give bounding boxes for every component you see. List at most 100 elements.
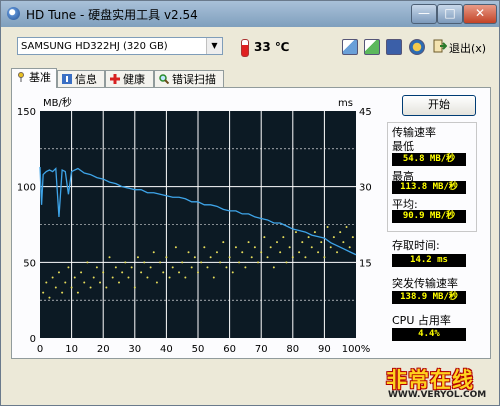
access-time-point (61, 291, 64, 294)
access-time-point (64, 281, 67, 284)
access-time-point (57, 271, 60, 274)
tab-label: 基准 (29, 71, 51, 84)
access-time-point (269, 246, 272, 249)
access-time-point (279, 251, 282, 254)
copy-text-icon[interactable] (342, 39, 358, 55)
access-time-point (336, 251, 339, 254)
access-time-point (114, 266, 117, 269)
tab-info[interactable]: 信息 (57, 70, 105, 87)
watermark-url: WWW.VERYOL.COM (388, 390, 487, 400)
tab-error-scan[interactable]: 错误扫描 (154, 70, 224, 87)
benchmark-panel: 0 10 20 30 40 50 60 70 80 90 100% 150 100 50 0 45 30 15 MB… (11, 87, 491, 359)
exit-icon[interactable] (433, 39, 447, 53)
x-tick-label: 0 (37, 344, 43, 355)
access-time-point (307, 236, 310, 239)
access-time-point (234, 246, 237, 249)
access-time-point (225, 266, 228, 269)
access-time-point (181, 261, 184, 264)
save-icon[interactable] (386, 39, 402, 55)
x-tick-label: 40 (160, 344, 173, 355)
access-time-point (133, 286, 136, 289)
access-time-point (83, 281, 86, 284)
options-icon[interactable] (409, 39, 425, 55)
pin-icon (18, 72, 24, 82)
access-time-point (184, 276, 187, 279)
exit-button-label[interactable]: 退出(x) (449, 40, 486, 56)
avg-value: 90.9 MB/秒 (392, 210, 466, 223)
access-time-value: 14.2 ms (392, 254, 466, 267)
access-time-point (162, 271, 165, 274)
burst-rate-value: 138.9 MB/秒 (392, 291, 466, 304)
access-time-point (209, 256, 212, 259)
access-time-point (143, 261, 146, 264)
access-time-point (193, 256, 196, 259)
access-time-point (99, 281, 102, 284)
access-time-point (285, 261, 288, 264)
chevron-down-icon[interactable]: ▼ (206, 38, 222, 54)
access-time-point (130, 266, 133, 269)
access-time-point (326, 226, 329, 229)
y-left-tick-label: 0 (30, 334, 36, 345)
access-time-point (73, 276, 76, 279)
y-right-tick-label: 30 (359, 183, 372, 194)
start-button[interactable]: 开始 (402, 95, 476, 116)
benchmark-chart: 0 10 20 30 40 50 60 70 80 90 100% 150 100 50 0 45 30 15 MB… (17, 96, 372, 355)
access-time-point (231, 271, 234, 274)
access-time-point (159, 261, 162, 264)
access-time-point (351, 236, 354, 239)
drive-select[interactable]: SAMSUNG HD322HJ (320 GB) ▼ (17, 37, 223, 55)
y-left-axis-label: MB/秒 (43, 96, 72, 109)
access-time-point (215, 251, 218, 254)
access-time-point (67, 266, 70, 269)
access-time-point (348, 246, 351, 249)
access-time-point (86, 261, 89, 264)
y-left-tick-label: 100 (17, 183, 36, 194)
access-time-point (329, 246, 332, 249)
health-cross-icon (110, 74, 120, 84)
access-time-point (257, 261, 260, 264)
access-time-point (121, 271, 124, 274)
copy-screenshot-icon[interactable] (364, 39, 380, 55)
access-time-point (276, 241, 278, 244)
access-time-point (345, 226, 348, 229)
access-time-point (187, 251, 190, 254)
access-time-point (89, 286, 92, 289)
temperature-readout: 33 ℃ (254, 40, 290, 54)
access-time-point (118, 281, 120, 284)
x-tick-label: 20 (97, 344, 110, 355)
tab-benchmark[interactable]: 基准 (11, 68, 57, 88)
access-time-point (203, 246, 206, 249)
x-tick-label: 100% (342, 344, 371, 355)
maximize-button[interactable]: □ (437, 4, 463, 24)
access-time-point (146, 276, 149, 279)
access-time-point (320, 241, 323, 244)
access-time-point (76, 291, 79, 294)
access-time-point (174, 246, 177, 249)
minimize-button[interactable]: — (411, 4, 437, 24)
access-time-point (266, 256, 269, 259)
tab-health[interactable]: 健康 (105, 70, 154, 87)
access-time-point (323, 256, 326, 259)
access-time-point (80, 271, 83, 274)
access-time-point (140, 271, 143, 274)
title-bar[interactable]: HD Tune - 硬盘实用工具 v2.54 — □ ✕ (1, 1, 499, 27)
access-time-point (197, 271, 199, 274)
access-time-point (48, 296, 51, 299)
tab-label: 错误扫描 (172, 73, 216, 86)
access-time-point (313, 231, 316, 234)
x-tick-label: 70 (255, 344, 268, 355)
access-time-point (70, 286, 73, 289)
access-time-point (92, 276, 95, 279)
access-time-point (282, 236, 285, 239)
app-window: HD Tune - 硬盘实用工具 v2.54 — □ ✕ SAMSUNG HD3… (0, 0, 500, 406)
close-button[interactable]: ✕ (463, 4, 497, 24)
access-time-point (260, 251, 263, 254)
tab-label: 健康 (123, 73, 145, 86)
access-time-point (200, 261, 203, 264)
access-time-point (294, 231, 297, 234)
cpu-usage-label: CPU 占用率 (392, 314, 451, 327)
max-value: 113.8 MB/秒 (392, 181, 466, 194)
access-time-point (238, 261, 241, 264)
access-time-point (219, 261, 222, 264)
access-time-point (310, 246, 313, 249)
